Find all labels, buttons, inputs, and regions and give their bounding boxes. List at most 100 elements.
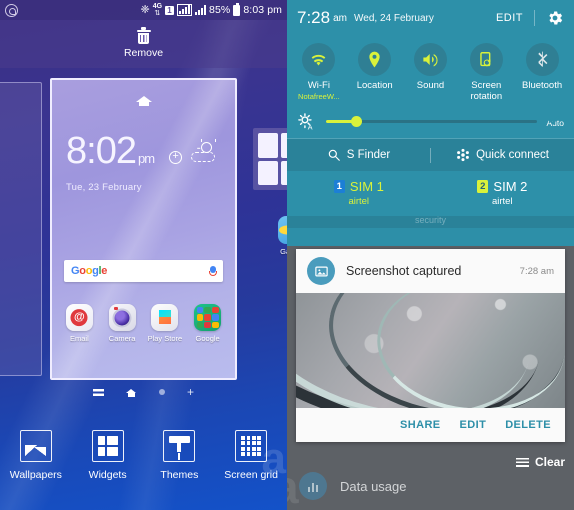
- toggle-screen-rotation[interactable]: Screen rotation: [458, 43, 514, 102]
- tool-themes[interactable]: Themes: [146, 430, 212, 481]
- notification-data-usage[interactable]: Data usage: [299, 472, 407, 500]
- brightness-slider[interactable]: [326, 116, 537, 127]
- bluetooth-icon: [525, 43, 559, 76]
- tool-widgets[interactable]: Widgets: [75, 430, 141, 481]
- widget-thumb-star: [258, 133, 278, 158]
- home-page-icon[interactable]: [125, 387, 137, 397]
- quick-connect-label: Quick connect: [476, 149, 549, 161]
- sound-speaker-icon: [413, 43, 447, 76]
- notification-card-screenshot[interactable]: Screenshot captured 7:28 am SHARE EDIT D…: [296, 249, 565, 442]
- quick-connect-icon: [457, 148, 469, 162]
- google-folder-icon: [194, 304, 222, 331]
- dock-app-label: Email: [69, 334, 89, 343]
- brightness-auto-icon: A: [297, 112, 316, 131]
- sim-row: 1 SIM 1 airtel 2 SIM 2 airtel: [287, 171, 574, 216]
- home-screen-preview-card[interactable]: 8:02pm Tue, 23 February Google Email: [50, 78, 237, 380]
- remove-label: Remove: [123, 46, 164, 59]
- network-type-label: 4G: [152, 3, 163, 10]
- sim-2-badge: 2: [477, 180, 489, 193]
- add-page-icon[interactable]: +: [187, 386, 194, 398]
- toggle-label: Location: [356, 80, 393, 91]
- home-icon: [135, 92, 152, 106]
- toggle-wifi[interactable]: Wi-Fi NotafreeW...: [291, 43, 347, 102]
- watermark-right: a: [287, 460, 299, 510]
- dock-app-camera[interactable]: Camera: [104, 304, 140, 343]
- microphone-icon[interactable]: [208, 265, 218, 277]
- screenshot-thumbnail[interactable]: [296, 293, 565, 408]
- default-home-indicator[interactable]: [135, 92, 152, 106]
- google-search-widget[interactable]: Google: [64, 260, 223, 282]
- status-bar: ❈ 4G ⇅ 1 85% 8:03 pm: [0, 0, 287, 20]
- home-screen-edit-pane: ❈ 4G ⇅ 1 85% 8:03 pm Remove 8:02 pm Tue,…: [0, 0, 287, 510]
- s-finder-label: S Finder: [346, 149, 391, 161]
- delete-button[interactable]: DELETE: [505, 419, 551, 431]
- svg-text:A: A: [308, 123, 313, 131]
- widget-thumb-games: [258, 160, 278, 185]
- clock-hours-minutes: 8:02: [66, 130, 137, 172]
- clear-label: Clear: [534, 455, 565, 469]
- gear-icon[interactable]: [546, 9, 564, 27]
- screenshot-root: ❈ 4G ⇅ 1 85% 8:03 pm Remove 8:02 pm Tue,…: [0, 0, 574, 510]
- brightness-slider-knob[interactable]: [351, 116, 363, 127]
- wallpapers-icon: [19, 430, 52, 462]
- sim-1[interactable]: 1 SIM 1 airtel: [287, 179, 431, 207]
- gallery-app-icon: [278, 216, 287, 244]
- gallery-app-shortcut[interactable]: Gallery: [277, 216, 287, 256]
- toggle-bluetooth[interactable]: Bluetooth: [514, 43, 570, 102]
- share-button[interactable]: SHARE: [400, 419, 441, 431]
- finder-row: S Finder Quick connect: [287, 139, 574, 171]
- tool-screen-grid[interactable]: Screen grid: [218, 430, 284, 481]
- adjacent-page-preview-left[interactable]: [0, 82, 42, 376]
- notification-time: 7:28 am: [519, 265, 554, 277]
- data-usage-label: Data usage: [340, 478, 407, 494]
- remove-drop-target[interactable]: Remove: [0, 20, 287, 68]
- quick-panel-date: Wed, 24 February: [354, 12, 434, 24]
- edit-button[interactable]: EDIT: [460, 419, 487, 431]
- quick-connect-button[interactable]: Quick connect: [431, 148, 574, 162]
- clear-all-button[interactable]: Clear: [515, 455, 565, 469]
- weather-add-widget[interactable]: [169, 139, 216, 172]
- auto-brightness-toggle[interactable]: Auto: [547, 113, 565, 131]
- dock-app-label: Play Store: [147, 334, 183, 343]
- gallery-app-label: Gallery: [280, 247, 287, 256]
- tool-label: Screen grid: [224, 469, 278, 481]
- toggle-label: Screen rotation: [470, 80, 503, 102]
- wifi-ssid-label: NotafreeW...: [298, 92, 340, 101]
- obscured-label: security: [414, 215, 447, 225]
- tool-wallpapers[interactable]: Wallpapers: [3, 430, 69, 481]
- edit-button[interactable]: EDIT: [496, 12, 523, 24]
- header-divider: [534, 10, 535, 26]
- page-indicator-row: +: [0, 386, 287, 398]
- add-weather-icon: [169, 151, 182, 164]
- s-finder-button[interactable]: S Finder: [287, 148, 430, 162]
- play-store-app-icon: [151, 304, 179, 331]
- toggle-label: Wi-Fi: [307, 80, 330, 91]
- status-bar-system-icons: ❈ 4G ⇅ 1 85% 8:03 pm: [140, 2, 282, 17]
- dock-app-label: Google: [195, 334, 220, 343]
- quick-panel-time: 7:28: [297, 8, 331, 27]
- clock-widget-date: Tue, 23 February: [66, 182, 142, 193]
- tool-label: Widgets: [88, 469, 127, 481]
- tool-label: Themes: [160, 469, 199, 481]
- sim-2[interactable]: 2 SIM 2 airtel: [431, 179, 574, 207]
- list-page-icon[interactable]: [92, 388, 104, 396]
- clock-widget[interactable]: 8:02 pm Tue, 23 February: [66, 130, 155, 193]
- dock-app-play-store[interactable]: Play Store: [147, 304, 183, 343]
- widgets-icon: [91, 430, 124, 462]
- home-edit-toolbar: Wallpapers Widgets Themes Screen grid: [0, 418, 287, 510]
- dock-app-google[interactable]: Google: [190, 304, 226, 343]
- data-usage-icon: [299, 472, 327, 500]
- whatsapp-icon: [5, 3, 18, 17]
- toggle-label: Bluetooth: [522, 80, 563, 91]
- toggle-location[interactable]: Location: [347, 43, 403, 102]
- quick-settings-panel: 7:28 am Wed, 24 February EDIT Wi-Fi Nota…: [287, 0, 574, 510]
- dot-page-icon[interactable]: [158, 389, 165, 395]
- clock-ampm: pm: [137, 151, 155, 166]
- cloud-icon: [191, 152, 215, 162]
- dock-app-email[interactable]: Email: [61, 304, 97, 343]
- widget-tray-preview[interactable]: [253, 128, 287, 190]
- brightness-row: A Auto: [287, 108, 574, 138]
- toggle-sound[interactable]: Sound: [403, 43, 459, 102]
- battery-icon: [233, 2, 241, 16]
- themes-icon: [163, 430, 196, 462]
